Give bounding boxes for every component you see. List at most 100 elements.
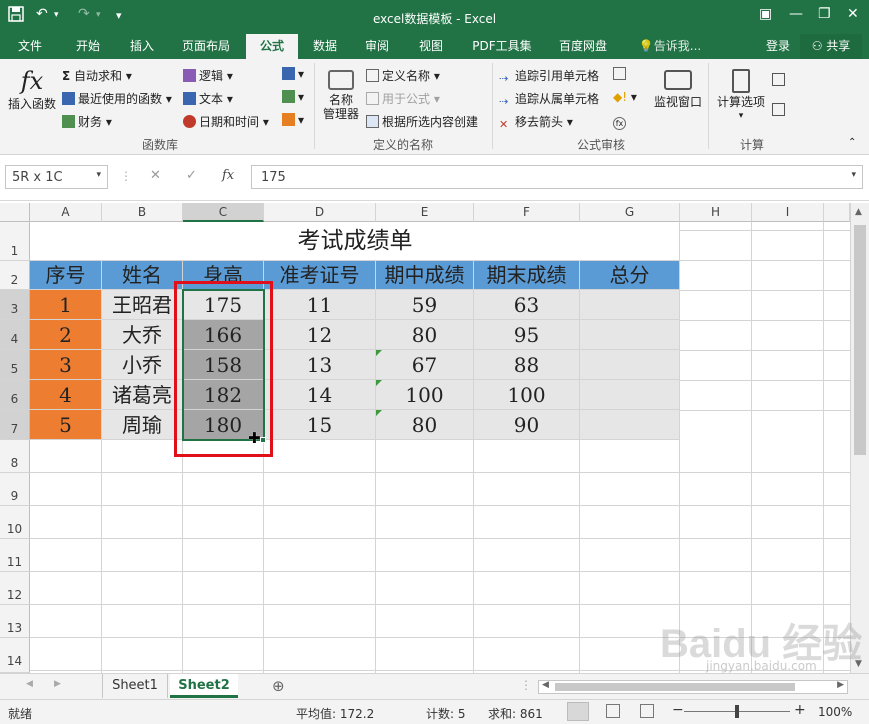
page-layout-view-icon[interactable] [606,704,620,718]
row-header-7[interactable]: 7 [0,410,30,440]
create-from-selection-button[interactable]: 根据所选内容创建 [366,113,478,130]
cell-d3[interactable]: 11 [264,290,376,320]
row-header-1[interactable]: 1 [0,222,30,261]
autosum-button[interactable]: Σ 自动求和 ▾ [62,67,132,84]
login-link[interactable]: 登录 [758,34,798,59]
row-header-11[interactable]: 11 [0,539,30,572]
financial-button[interactable]: 财务 ▾ [62,113,112,130]
zoom-out-button[interactable]: − [672,702,684,718]
cell-g6[interactable] [580,380,680,410]
minimize-button[interactable]: — [789,6,803,22]
cell-b3[interactable]: 王昭君 [102,290,183,320]
row-header-6[interactable]: 6 [0,380,30,410]
column-header-a[interactable]: A [30,203,102,222]
column-header-f[interactable]: F [474,203,580,222]
header-cell-name[interactable]: 姓名 [102,261,183,290]
row-header-4[interactable]: 4 [0,320,30,350]
cell-b7[interactable]: 周瑜 [102,410,183,440]
tab-view[interactable]: 视图 [408,34,454,59]
close-button[interactable]: ✕ [847,6,859,22]
tab-file[interactable]: 文件 [6,34,54,59]
collapse-ribbon-icon[interactable]: ⌃ [848,137,856,148]
normal-view-icon[interactable] [567,702,589,721]
restore-button[interactable]: ❐ [818,6,831,22]
tab-baidu-netdisk[interactable]: 百度网盘 [550,34,616,59]
row-header-5[interactable]: 5 [0,350,30,380]
scroll-up-icon[interactable]: ▲ [855,207,862,217]
row-header-8[interactable]: 8 [0,440,30,473]
cell-e7[interactable]: 80 [376,410,474,440]
vertical-scroll-thumb[interactable] [854,225,866,455]
cell-b5[interactable]: 小乔 [102,350,183,380]
cell-e3[interactable]: 59 [376,290,474,320]
cell-f6[interactable]: 100 [474,380,580,410]
more-functions-button[interactable]: ▾ [282,113,304,127]
trace-dependents-button[interactable]: ⇢ 追踪从属单元格 [499,90,599,108]
cell-b6[interactable]: 诸葛亮 [102,380,183,410]
column-header-d[interactable]: D [264,203,376,222]
header-cell-index[interactable]: 序号 [30,261,102,290]
sheet-tab-sheet2[interactable]: Sheet2 [170,674,238,698]
define-name-button[interactable]: 定义名称 ▾ [366,67,440,84]
zoom-in-button[interactable]: + [794,702,806,718]
error-checking-button[interactable]: ◆! ▾ [613,90,637,104]
row-header-12[interactable]: 12 [0,572,30,605]
tab-review[interactable]: 审阅 [354,34,400,59]
insert-function-button[interactable]: fx 插入函数 [6,65,58,111]
tab-data[interactable]: 数据 [302,34,348,59]
cell-g4[interactable] [580,320,680,350]
row-header-13[interactable]: 13 [0,605,30,638]
row-header-3[interactable]: 3 [0,290,30,320]
cell-a5[interactable]: 3 [30,350,102,380]
enter-icon[interactable]: ✓ [186,168,197,183]
scroll-tabs-left-icon[interactable]: ◀ [26,679,33,689]
page-break-view-icon[interactable] [640,704,654,718]
cell-e5[interactable]: 67 [376,350,474,380]
calculate-sheet-button[interactable] [772,103,788,117]
remove-arrows-button[interactable]: ✕ 移去箭头 ▾ [499,113,573,131]
column-header-g[interactable]: G [580,203,680,222]
calc-options-button[interactable]: 计算选项 ▾ [714,67,768,123]
cell-g5[interactable] [580,350,680,380]
cell-g7[interactable] [580,410,680,440]
tab-insert[interactable]: 插入 [118,34,166,59]
evaluate-formula-button[interactable]: fx [613,113,629,130]
row-header-2[interactable]: 2 [0,261,30,290]
recent-functions-button[interactable]: 最近使用的函数 ▾ [62,90,172,107]
cell-a7[interactable]: 5 [30,410,102,440]
share-button[interactable]: ⚇ 共享 [800,34,862,59]
logical-button[interactable]: 逻辑 ▾ [183,67,233,84]
add-sheet-icon[interactable]: ⊕ [272,677,285,695]
tab-formulas[interactable]: 公式 [246,34,298,59]
fx-icon[interactable]: fx [222,168,234,183]
ribbon-display-icon[interactable]: ▣ [759,6,772,22]
cell-d5[interactable]: 13 [264,350,376,380]
name-box[interactable]: 5R x 1C ▾ [5,165,108,189]
trace-precedents-button[interactable]: ⇢ 追踪引用单元格 [499,67,599,85]
row-header-14[interactable]: 14 [0,638,30,673]
cell-f5[interactable]: 88 [474,350,580,380]
formula-input[interactable]: 175 ▾ [251,165,863,189]
cell-e4[interactable]: 80 [376,320,474,350]
cell-b4[interactable]: 大乔 [102,320,183,350]
sheet-tab-sheet1[interactable]: Sheet1 [102,674,168,698]
tab-split-handle[interactable]: ⋮ [520,678,532,692]
column-header-c[interactable]: C [183,203,264,222]
column-header-i[interactable]: I [752,203,824,222]
calculate-now-button[interactable] [772,73,788,87]
cell-d7[interactable]: 15 [264,410,376,440]
error-indicator-e5[interactable] [376,350,382,356]
cell-g3[interactable] [580,290,680,320]
watch-window-button[interactable]: 监视窗口 [648,67,708,109]
zoom-slider-thumb[interactable] [735,705,739,718]
cell-d4[interactable]: 12 [264,320,376,350]
error-indicator-e6[interactable] [376,380,382,386]
math-button[interactable]: ▾ [282,90,304,104]
lookup-button[interactable]: ▾ [282,67,304,81]
row-header-9[interactable]: 9 [0,473,30,506]
cell-d6[interactable]: 14 [264,380,376,410]
scroll-right-icon[interactable]: ▶ [837,680,844,690]
select-all-corner[interactable] [0,203,30,222]
show-formulas-button[interactable] [613,67,629,81]
header-cell-final[interactable]: 期末成绩 [474,261,580,290]
